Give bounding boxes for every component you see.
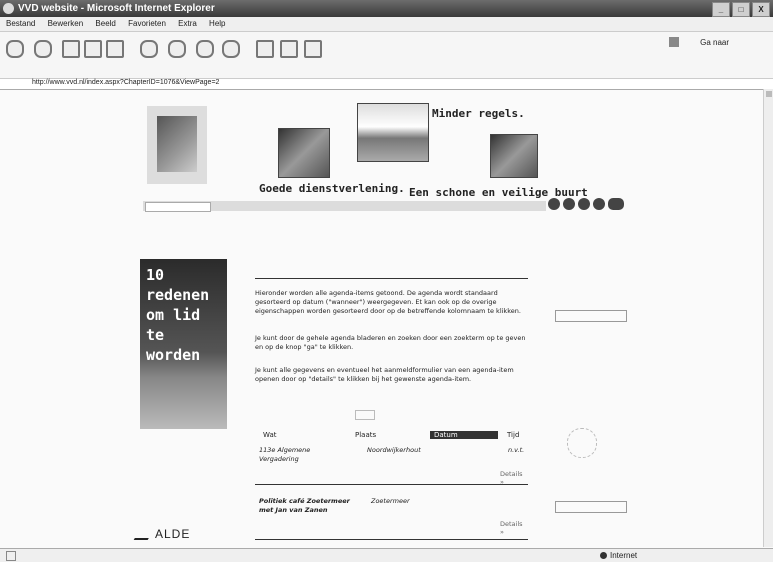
contact-nav-icon[interactable] [563,198,575,210]
language-nav-icon[interactable] [578,198,590,210]
back-icon[interactable] [6,40,24,58]
forward-icon[interactable] [34,40,52,58]
scroll-up-icon[interactable] [766,91,772,97]
intro-paragraph-1: Hieronder worden alle agenda-items getoo… [255,289,521,315]
stop-icon[interactable] [62,40,80,58]
col-header-wat[interactable]: Wat [263,431,277,439]
toolbar [0,32,773,79]
row-time: n.v.t. [508,446,525,454]
menu-extra[interactable]: Extra [178,19,197,28]
row-what-line: met Jan van Zanen [259,506,328,514]
close-button[interactable]: X [752,2,770,17]
home-nav-icon[interactable] [548,198,560,210]
refresh-icon[interactable] [84,40,102,58]
row-what-line: 113e Algemene [259,446,311,454]
alde-logo-text[interactable]: ALDE [155,527,190,541]
search-icon[interactable] [140,40,158,58]
row-divider [255,539,528,540]
intro-paragraph-2: Je kunt door de gehele agenda bladeren e… [255,334,526,351]
menu-favorieten[interactable]: Favorieten [128,19,166,28]
header-photo-people [278,128,330,178]
scrollbar[interactable] [763,89,773,547]
home-icon[interactable] [106,40,124,58]
row-where: Noordwijkerhout [367,446,421,454]
page-status-icon [6,551,16,561]
window-controls: _ □ X [712,2,770,17]
menu-bar: Bestand Bewerken Beeld Favorieten Extra … [0,17,773,32]
menu-help[interactable]: Help [209,19,225,28]
sidebar-graphic [567,428,597,458]
globe-icon [600,552,607,559]
tagline-minder-regels: Minder regels. [432,107,525,120]
favorites-icon[interactable] [168,40,186,58]
ie-logo-icon [3,3,14,14]
sidebar-input[interactable] [555,310,627,322]
maximize-button[interactable]: □ [732,2,750,17]
mail-icon[interactable] [256,40,274,58]
table-row: 113e Algemene Vergadering [259,446,310,464]
row-where: Zoetermeer [371,497,410,505]
section-divider [255,278,528,279]
details-link[interactable]: Details » [500,520,528,536]
title-bar: VVD website - Microsoft Internet Explore… [0,0,773,17]
search-go-button[interactable] [355,410,375,420]
nav-icons [548,198,624,210]
security-zone: Internet [610,551,638,560]
media-icon[interactable] [196,40,214,58]
history-icon[interactable] [222,40,240,58]
search-field[interactable] [145,202,211,212]
sidebar-button[interactable] [555,501,627,513]
col-header-datum[interactable]: Datum [430,431,498,439]
row-divider [255,484,528,485]
col-header-plaats[interactable]: Plaats [355,431,376,439]
print-icon[interactable] [280,40,298,58]
membership-banner[interactable]: 10 redenen om lid te worden [140,259,227,429]
print-nav-icon[interactable] [593,198,605,210]
status-bar: Internet [0,548,773,562]
col-header-tijd[interactable]: Tijd [507,431,519,439]
intro-paragraph-3: Je kunt alle gegevens en eventueel het a… [255,366,514,383]
banner-line-1: 10 redenen [146,266,210,304]
window-title: VVD website - Microsoft Internet Explore… [18,3,215,14]
banner-line-3: te worden [146,326,201,364]
header-photo-worker [490,134,538,178]
edit-icon[interactable] [304,40,322,58]
minimize-button[interactable]: _ [712,2,730,17]
table-row: Politiek café Zoetermeer met Jan van Zan… [259,497,350,515]
vvd-logo[interactable] [147,106,207,184]
row-what-line: Vergadering [259,455,299,463]
nav-bar[interactable] [143,201,546,212]
address-bar: http://www.vvd.nl/index.aspx?ChapterID=1… [0,78,773,88]
rss-nav-icon[interactable] [608,198,624,210]
header-photo-beach [357,103,429,162]
go-button[interactable]: Ga naar [700,38,729,47]
menu-bewerken[interactable]: Bewerken [48,19,84,28]
row-what-line: Politiek café Zoetermeer [259,497,350,505]
menu-beeld[interactable]: Beeld [95,19,115,28]
address-input[interactable]: http://www.vvd.nl/index.aspx?ChapterID=1… [32,78,219,88]
go-arrow-icon[interactable] [669,37,679,47]
tagline-dienstverlening: Goede dienstverlening. [259,182,405,195]
menu-bestand[interactable]: Bestand [6,19,35,28]
banner-line-2: om lid [146,306,201,324]
